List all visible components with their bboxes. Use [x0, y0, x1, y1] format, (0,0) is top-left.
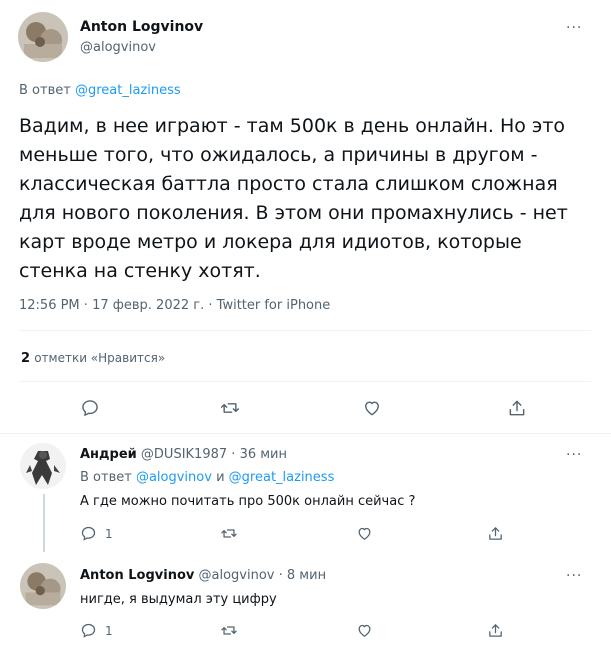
- likes-count: 2: [21, 351, 31, 366]
- avatar[interactable]: [20, 563, 66, 609]
- retweet-icon: [221, 626, 237, 635]
- avatar-image: [20, 443, 66, 489]
- share-icon: [509, 400, 525, 416]
- reply-icon: [82, 400, 98, 417]
- reply-and: и: [216, 470, 225, 485]
- reply-header: Anton Logvinov @alogvinov · 8 мин: [80, 568, 326, 583]
- tweet-text: А где можно почитать про 500к онлайн сей…: [80, 494, 416, 509]
- avatar-image: [20, 563, 66, 609]
- avatar-image: [18, 12, 68, 62]
- share-button[interactable]: [487, 622, 504, 639]
- author-name[interactable]: Андрей: [80, 447, 137, 462]
- avatar[interactable]: [20, 443, 66, 489]
- meta-separator: ·: [231, 447, 236, 462]
- retweet-button[interactable]: [220, 525, 238, 542]
- author-handle[interactable]: @alogvinov: [199, 568, 275, 583]
- tweet-text: Вадим, в нее играют - там 500к в день он…: [19, 115, 568, 282]
- tweet-text: нигде, я выдумал эту цифру: [80, 592, 277, 607]
- tweet-source[interactable]: Twitter for iPhone: [217, 298, 331, 313]
- author-handle[interactable]: @alogvinov: [80, 40, 156, 55]
- reply-to-link[interactable]: @great_laziness: [75, 83, 181, 98]
- tweet-time-ago[interactable]: 8 мин: [287, 568, 326, 583]
- tweet-meta: 12:56 PM · 17 февр. 2022 г. · Twitter fo…: [19, 298, 330, 313]
- reply-context: В ответ @great_laziness: [19, 83, 181, 98]
- heart-icon: [365, 401, 379, 416]
- author-name[interactable]: Anton Logvinov: [80, 568, 194, 583]
- divider: [19, 330, 591, 331]
- retweet-button[interactable]: [220, 622, 238, 639]
- reply-to-link[interactable]: @great_laziness: [229, 470, 335, 485]
- reply-button[interactable]: [80, 398, 100, 418]
- like-button[interactable]: [362, 398, 382, 418]
- heart-icon: [358, 527, 371, 540]
- heart-icon: [358, 624, 371, 637]
- divider: [0, 433, 611, 434]
- likes-stat[interactable]: 2 отметки «Нравится»: [21, 351, 165, 366]
- reply-to-link[interactable]: @alogvinov: [136, 470, 212, 485]
- reply-count: 1: [105, 623, 113, 638]
- thread-line: [43, 494, 45, 552]
- reply-icon: [81, 623, 96, 638]
- more-options-icon[interactable]: ···: [566, 20, 582, 36]
- meta-separator: ·: [208, 298, 213, 313]
- share-icon: [489, 624, 502, 637]
- like-button[interactable]: [356, 622, 373, 639]
- reply-button[interactable]: 1: [80, 525, 113, 542]
- share-button[interactable]: [487, 525, 504, 542]
- author-handle[interactable]: @DUSIK1987: [141, 447, 227, 462]
- tweet-time[interactable]: 12:56 PM: [19, 298, 80, 313]
- share-icon: [489, 527, 502, 540]
- more-options-icon[interactable]: ···: [566, 568, 582, 584]
- more-options-icon[interactable]: ···: [566, 447, 582, 463]
- meta-separator: ·: [83, 298, 88, 313]
- likes-label: отметки «Нравится»: [34, 351, 166, 365]
- reply-prefix: В ответ: [80, 470, 132, 485]
- reply-context: В ответ @alogvinov и @great_laziness: [80, 470, 334, 485]
- reply-icon: [81, 526, 96, 541]
- tweet-time-ago[interactable]: 36 мин: [240, 447, 287, 462]
- meta-separator: ·: [278, 568, 283, 583]
- divider: [19, 381, 591, 382]
- author-name[interactable]: Anton Logvinov: [80, 19, 203, 35]
- reply-button[interactable]: 1: [80, 622, 113, 639]
- tweet-date[interactable]: 17 февр. 2022 г.: [92, 298, 204, 313]
- retweet-button[interactable]: [219, 398, 241, 418]
- retweet-icon: [221, 529, 237, 538]
- like-button[interactable]: [356, 525, 373, 542]
- share-button[interactable]: [507, 398, 527, 418]
- retweet-icon: [220, 403, 240, 413]
- reply-count: 1: [105, 526, 113, 541]
- reply-header: Андрей @DUSIK1987 · 36 мин: [80, 447, 287, 462]
- reply-prefix: В ответ: [19, 83, 71, 98]
- avatar[interactable]: [18, 12, 68, 62]
